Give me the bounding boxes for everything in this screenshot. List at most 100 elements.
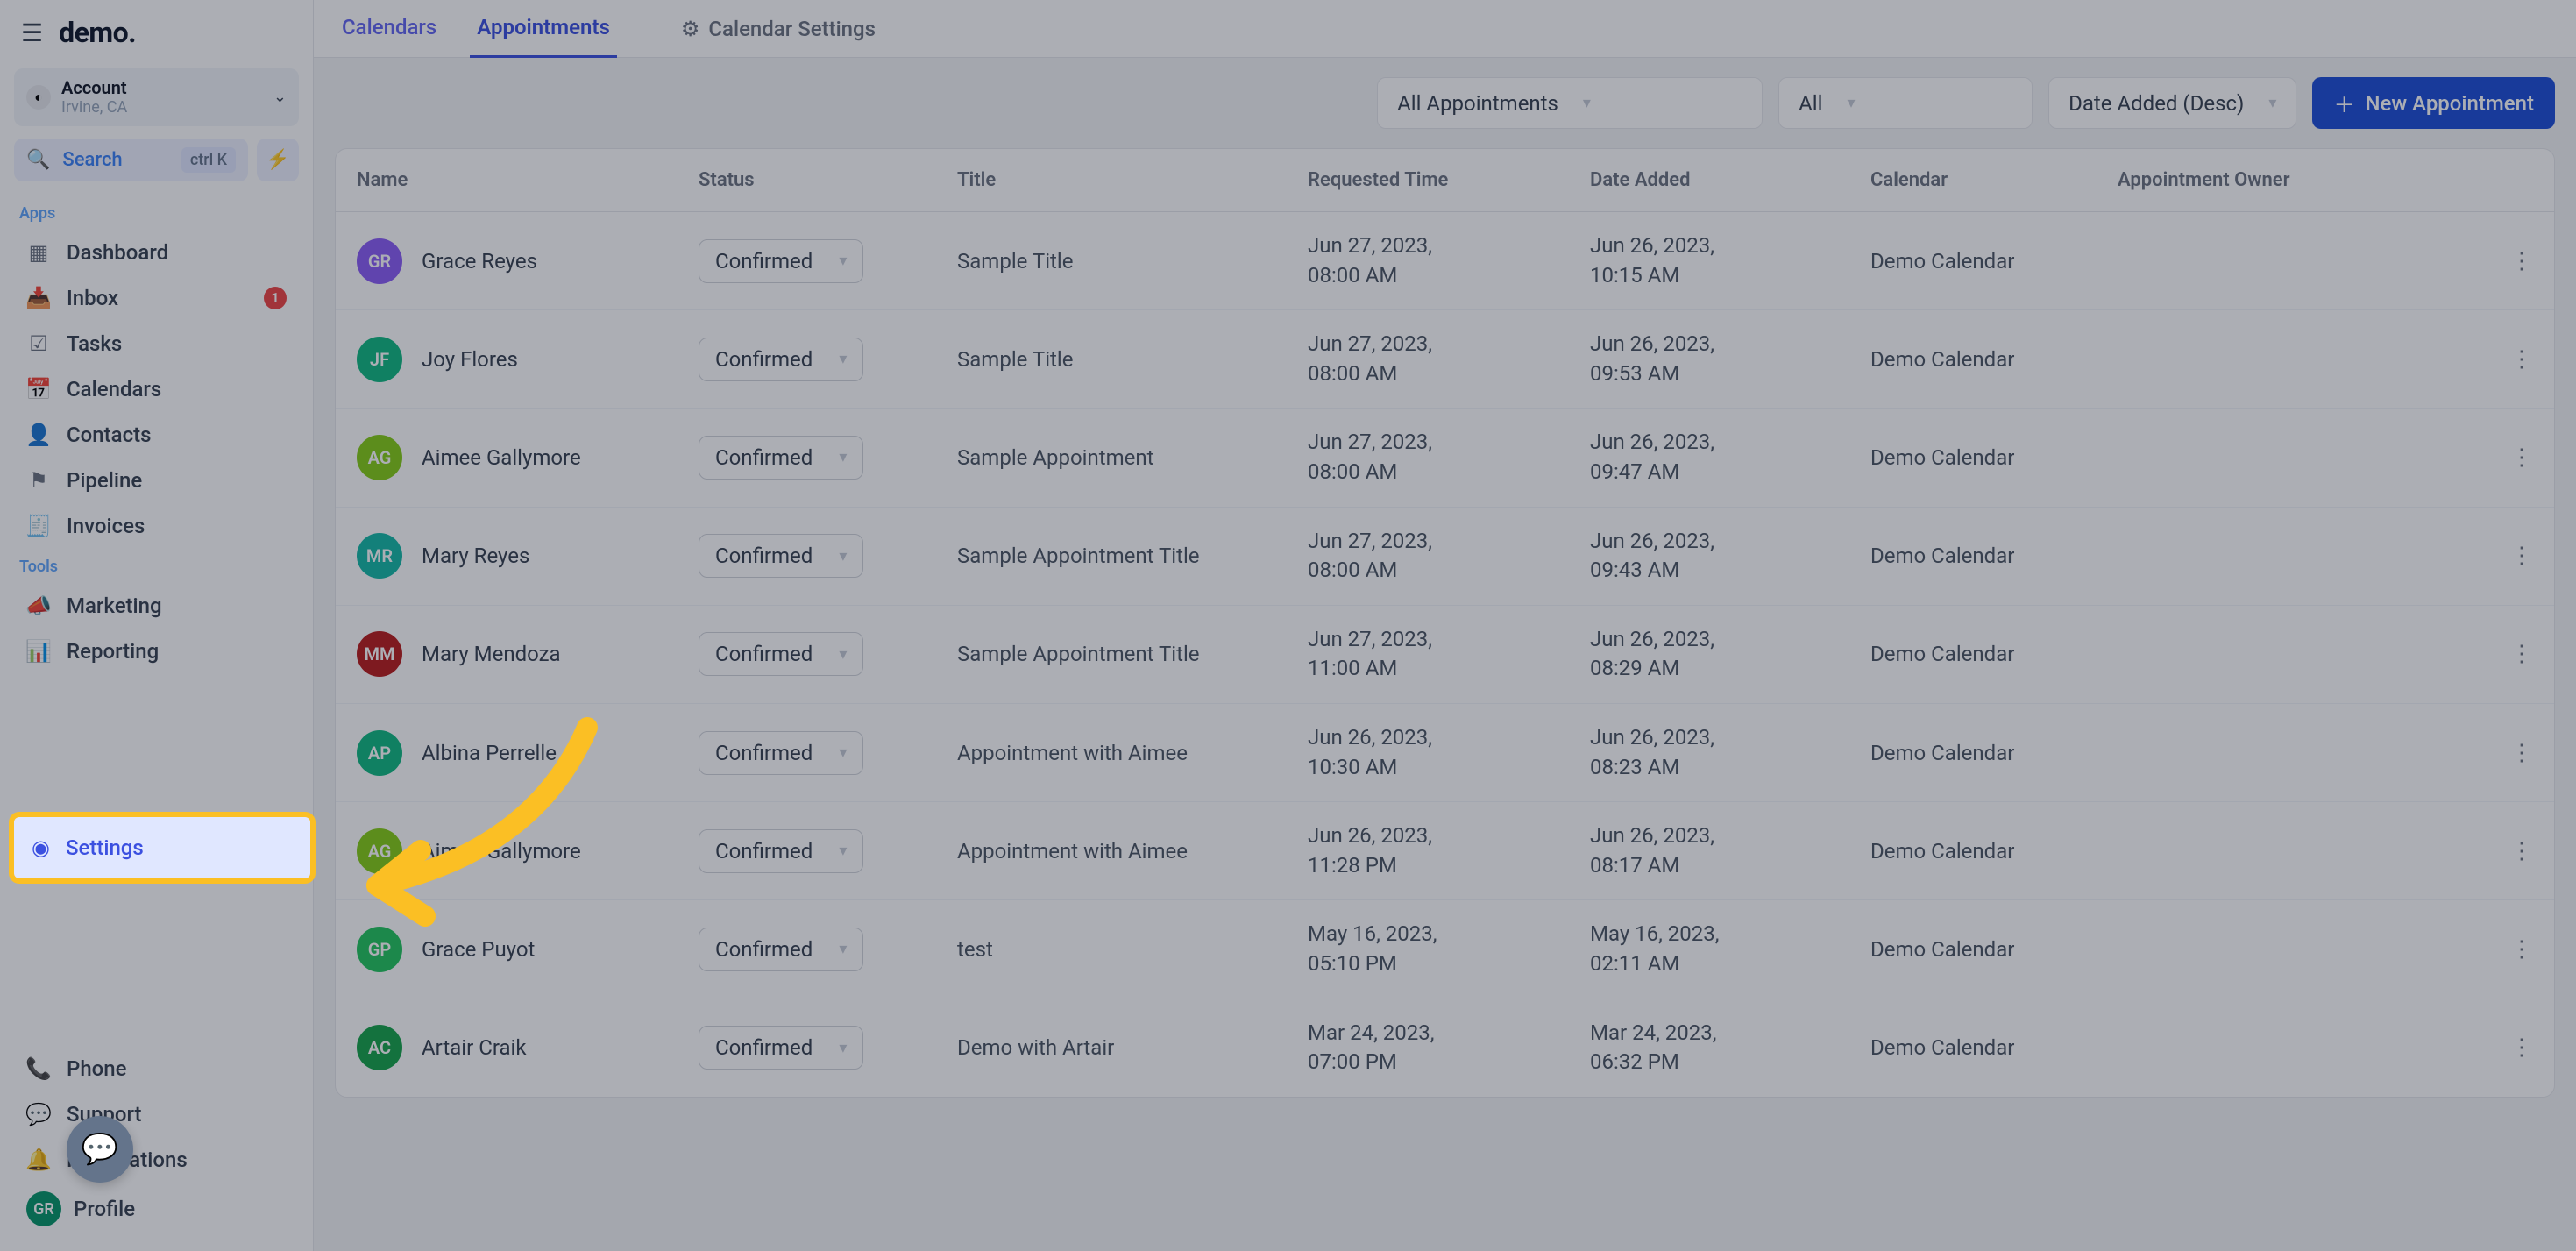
- calendar-cell: Demo Calendar: [1870, 839, 2118, 864]
- sidebar-item-phone[interactable]: 📞Phone: [14, 1046, 299, 1091]
- status-dropdown[interactable]: Confirmed▾: [699, 338, 863, 381]
- avatar: AC: [357, 1025, 402, 1070]
- row-actions-button[interactable]: ⋮: [2480, 444, 2533, 471]
- col-requested-time: Requested Time: [1308, 169, 1590, 191]
- hamburger-icon[interactable]: ☰: [21, 18, 43, 47]
- calendar-cell: Demo Calendar: [1870, 347, 2118, 372]
- account-switcher[interactable]: ◐ Account Irvine, CA ⌄: [14, 68, 299, 126]
- sidebar-item-reporting[interactable]: 📊Reporting: [14, 629, 299, 674]
- pipeline-icon: ⚑: [26, 468, 51, 493]
- caret-down-icon: ▾: [839, 547, 847, 565]
- sidebar-item-inbox[interactable]: 📥Inbox1: [14, 275, 299, 321]
- quick-action-button[interactable]: ⚡: [257, 139, 299, 181]
- table-header: Name Status Title Requested Time Date Ad…: [336, 149, 2554, 212]
- table-row[interactable]: JFJoy FloresConfirmed▾Sample TitleJun 27…: [336, 310, 2554, 409]
- sidebar-item-notifications[interactable]: 🔔Notifications: [14, 1137, 299, 1183]
- status-dropdown[interactable]: Confirmed▾: [699, 534, 863, 578]
- grid-icon: ▦: [26, 240, 51, 265]
- col-owner: Appointment Owner: [2118, 169, 2480, 191]
- status-dropdown[interactable]: Confirmed▾: [699, 1026, 863, 1070]
- sidebar-item-support[interactable]: 💬Support: [14, 1091, 299, 1137]
- caret-down-icon: ▾: [1583, 94, 1591, 112]
- toolbar: All Appointments▾ All▾ Date Added (Desc)…: [314, 58, 2576, 148]
- status-dropdown[interactable]: Confirmed▾: [699, 829, 863, 873]
- settings-label: Settings: [66, 835, 144, 860]
- sidebar-item-contacts[interactable]: 👤Contacts: [14, 412, 299, 458]
- status-dropdown[interactable]: Confirmed▾: [699, 239, 863, 283]
- sidebar-item-marketing[interactable]: 📣Marketing: [14, 583, 299, 629]
- caret-down-icon: ▾: [839, 842, 847, 860]
- requested-time-cell: May 16, 2023,05:10 PM: [1308, 920, 1590, 978]
- filter-sort[interactable]: Date Added (Desc)▾: [2048, 77, 2296, 129]
- table-row[interactable]: MMMary MendozaConfirmed▾Sample Appointme…: [336, 606, 2554, 704]
- table-row[interactable]: MR Mary Reyes Confirmed▾ Sample Appointment…: [336, 508, 2554, 606]
- tab-calendar-settings[interactable]: ⚙Calendar Settings: [681, 17, 876, 41]
- calendar-cell: Demo Calendar: [1870, 1035, 2118, 1060]
- table-row[interactable]: AC Artair Craik Confirmed▾ Demo with Artair…: [336, 999, 2554, 1097]
- requested-time-cell: Mar 24, 2023,07:00 PM: [1308, 1019, 1590, 1077]
- sidebar-item-calendars[interactable]: 📅Calendars: [14, 366, 299, 412]
- filter-appointments[interactable]: All Appointments▾: [1377, 77, 1763, 129]
- calendar-cell: Demo Calendar: [1870, 937, 2118, 962]
- row-actions-button[interactable]: ⋮: [2480, 641, 2533, 667]
- status-dropdown[interactable]: Confirmed▾: [699, 632, 863, 676]
- requested-time-cell: Jun 27, 2023,08:00 AM: [1308, 330, 1590, 388]
- table-row[interactable]: GRGrace ReyesConfirmed▾Sample TitleJun 2…: [336, 212, 2554, 310]
- status-dropdown[interactable]: Confirmed▾: [699, 731, 863, 775]
- row-actions-button[interactable]: ⋮: [2480, 346, 2533, 373]
- status-dropdown[interactable]: Confirmed▾: [699, 928, 863, 971]
- settings-icon: ◉: [32, 835, 50, 860]
- date-added-cell: Jun 26, 2023,10:15 AM: [1590, 231, 1870, 290]
- sidebar-item-dashboard[interactable]: ▦Dashboard: [14, 230, 299, 275]
- filter-all[interactable]: All▾: [1778, 77, 2033, 129]
- table-row[interactable]: APAlbina PerrelleConfirmed▾Appointment w…: [336, 704, 2554, 802]
- name-cell: Grace Puyot: [422, 937, 535, 962]
- chat-widget-button[interactable]: 💬: [67, 1116, 133, 1183]
- contact-icon: 👤: [26, 423, 51, 447]
- title-cell: Sample Appointment Title: [957, 642, 1308, 666]
- sidebar-item-settings[interactable]: ◉ Settings: [14, 817, 310, 878]
- status-dropdown[interactable]: Confirmed▾: [699, 436, 863, 480]
- name-cell: Artair Craik: [422, 1035, 527, 1060]
- col-date-added: Date Added: [1590, 169, 1870, 191]
- title-cell: Sample Appointment Title: [957, 544, 1308, 568]
- section-tools: Tools: [19, 558, 299, 576]
- avatar: JF: [357, 337, 402, 382]
- caret-down-icon: ▾: [839, 252, 847, 270]
- name-cell: Aimee Gallymore: [422, 445, 581, 470]
- avatar: AG: [357, 435, 402, 480]
- sidebar-item-tasks[interactable]: ☑Tasks: [14, 321, 299, 366]
- avatar: GR: [357, 238, 402, 284]
- table-row[interactable]: AGAimee GallymoreConfirmed▾Appointment w…: [336, 802, 2554, 900]
- chart-icon: 📊: [26, 639, 51, 664]
- avatar: AP: [357, 730, 402, 776]
- row-actions-button[interactable]: ⋮: [2480, 838, 2533, 864]
- title-cell: Demo with Artair: [957, 1035, 1308, 1060]
- tab-appointments[interactable]: Appointments: [470, 0, 617, 58]
- new-appointment-button[interactable]: ＋New Appointment: [2312, 77, 2555, 129]
- row-actions-button[interactable]: ⋮: [2480, 543, 2533, 569]
- sidebar-item-profile[interactable]: GRProfile: [14, 1183, 299, 1235]
- row-actions-button[interactable]: ⋮: [2480, 740, 2533, 766]
- table-row[interactable]: AGAimee GallymoreConfirmed▾Sample Appoin…: [336, 409, 2554, 507]
- plus-icon: ＋: [2333, 88, 2354, 118]
- avatar: MR: [357, 533, 402, 579]
- main-content: Calendars Appointments ⚙Calendar Setting…: [314, 0, 2576, 1251]
- search-input[interactable]: 🔍 Search ctrl K: [14, 139, 248, 181]
- row-actions-button[interactable]: ⋮: [2480, 936, 2533, 963]
- table-row[interactable]: GPGrace PuyotConfirmed▾testMay 16, 2023,…: [336, 900, 2554, 999]
- tab-calendars[interactable]: Calendars: [335, 0, 444, 58]
- row-actions-button[interactable]: ⋮: [2480, 248, 2533, 274]
- row-actions-button[interactable]: ⋮: [2480, 1034, 2533, 1061]
- sidebar-item-invoices[interactable]: 🧾Invoices: [14, 503, 299, 549]
- sidebar-item-pipeline[interactable]: ⚑Pipeline: [14, 458, 299, 503]
- invoice-icon: 🧾: [26, 514, 51, 538]
- chevron-down-icon: ⌄: [273, 88, 287, 106]
- name-cell: Grace Reyes: [422, 249, 537, 274]
- requested-time-cell: Jun 27, 2023,08:00 AM: [1308, 527, 1590, 586]
- avatar: MM: [357, 631, 402, 677]
- name-cell: Mary Reyes: [422, 544, 529, 568]
- inbox-badge: 1: [264, 287, 287, 309]
- phone-icon: 📞: [26, 1056, 51, 1081]
- caret-down-icon: ▾: [839, 1039, 847, 1057]
